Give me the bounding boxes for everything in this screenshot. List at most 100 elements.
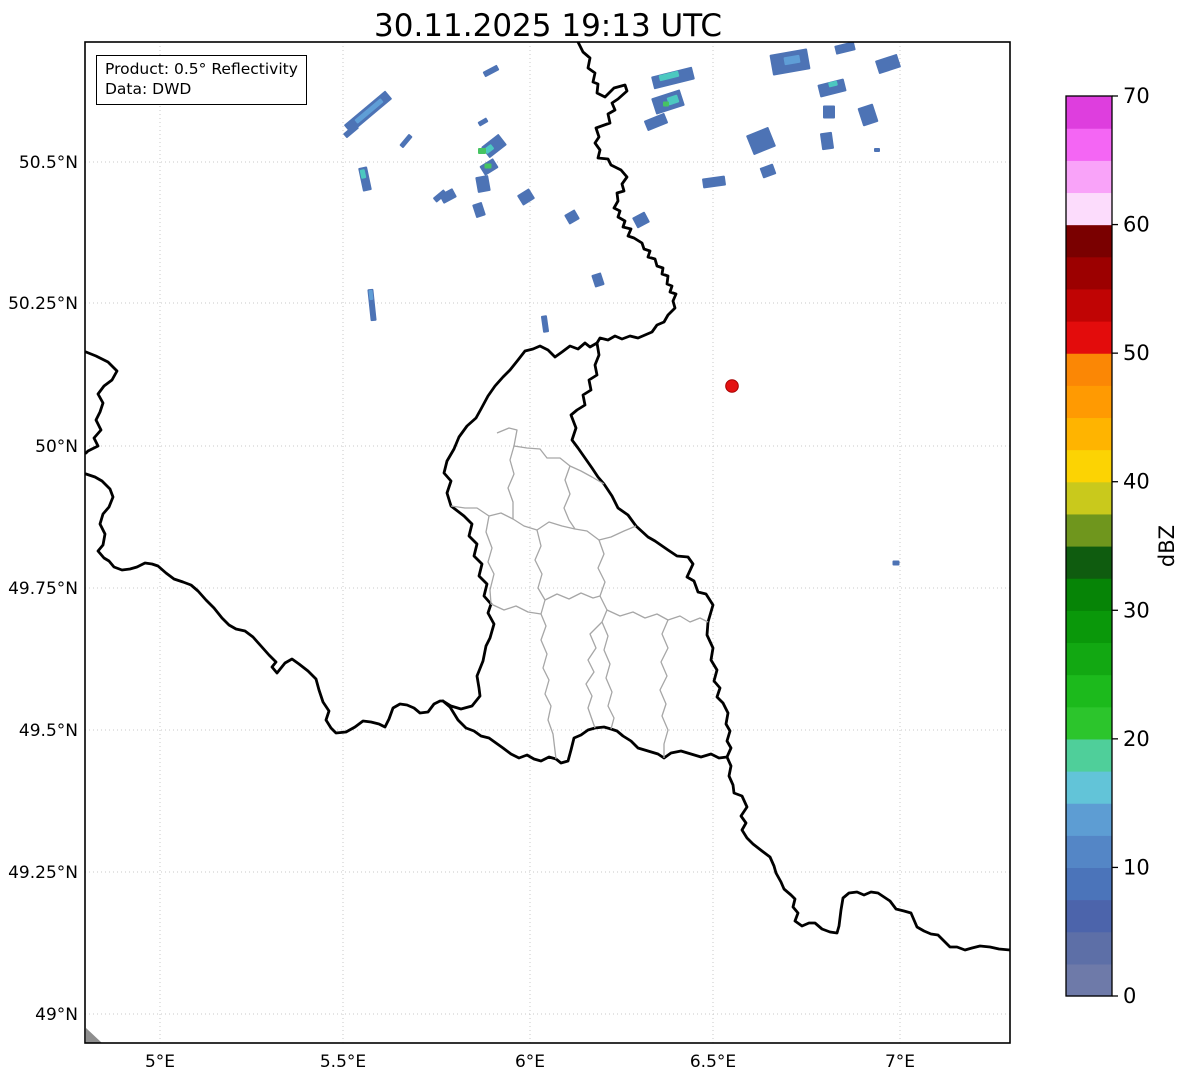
colorbar-segment [1066, 803, 1112, 836]
radar-site-layer [725, 379, 739, 393]
radar-echo [632, 211, 650, 229]
colorbar-tick-label: 40 [1123, 470, 1150, 494]
colorbar-segment [1066, 546, 1112, 579]
colorbar-segment [1066, 256, 1112, 290]
colorbar-segment [1066, 867, 1112, 901]
x-axis-tick-label: 6°E [515, 1052, 545, 1072]
colorbar-tick-label: 60 [1123, 213, 1150, 237]
coastline-corner-shape [86, 1028, 102, 1043]
radar-echo [857, 103, 879, 127]
radar-echo [644, 113, 668, 131]
france-germany-border [725, 755, 1010, 952]
canton-border [597, 539, 615, 730]
y-axis-tick-label: 50.25°N [8, 294, 78, 314]
y-axis-tick-label: 50°N [35, 437, 78, 457]
canton-border [544, 592, 601, 601]
colorbar-segment [1066, 706, 1112, 740]
colorbar-segment [1066, 192, 1112, 226]
radar-echo [482, 64, 500, 78]
radar-echo [663, 101, 669, 107]
radar-echo [399, 134, 413, 148]
radar-echo [472, 202, 486, 218]
radar-map-window: 30.11.2025 19:13 UTC Product: 0.5° Refle… [0, 0, 1202, 1081]
country-borders [85, 42, 1010, 1043]
radar-echo [834, 42, 856, 55]
colorbar-segment [1066, 353, 1112, 386]
radar-echo [702, 175, 726, 189]
colorbar-segment [1066, 481, 1112, 515]
colorbar-segment [1066, 385, 1112, 419]
radar-echo [875, 54, 901, 74]
radar-echo [481, 134, 507, 158]
canton-border [585, 621, 603, 729]
canton-border [606, 609, 709, 623]
colorbar-tick-label: 10 [1123, 855, 1150, 879]
radar-echo [820, 131, 834, 151]
radar-echo [484, 163, 492, 169]
radar-echo [759, 163, 777, 179]
canton-border [507, 445, 515, 519]
radar-echo [591, 272, 605, 288]
canton-border [534, 529, 557, 760]
y-axis-tick-label: 49.5°N [19, 721, 78, 741]
y-axis-tick-label: 49°N [35, 1005, 78, 1025]
canton-borders [450, 427, 709, 760]
x-axis-tick-label: 6.5°E [690, 1052, 736, 1072]
product-info-box: Product: 0.5° Reflectivity Data: DWD [96, 55, 307, 105]
x-axis-tick-label: 5.5°E [320, 1052, 366, 1072]
radar-echo [817, 78, 847, 98]
product-info-line1: Product: 0.5° Reflectivity [105, 60, 298, 78]
colorbar-segment [1066, 963, 1112, 997]
radar-echo [874, 148, 880, 152]
colorbar-segment [1066, 288, 1112, 322]
colorbar-tick-label: 50 [1123, 341, 1150, 365]
colorbar-segment [1066, 417, 1112, 451]
radar-echo [354, 98, 384, 124]
colorbar-segment [1066, 578, 1112, 611]
radar-map-plot: 5°E 5.5°E 6°E 6.5°E 7°E 50.5°N 50.25°N 50°N 49.7… [8, 41, 1179, 1072]
colorbar-segment [1066, 674, 1112, 708]
canton-border [485, 515, 495, 605]
colorbar-segment [1066, 835, 1112, 869]
radar-echo [746, 127, 776, 155]
radar-echo [540, 315, 550, 333]
radar-echo [564, 209, 580, 225]
luxembourg-border [441, 341, 733, 765]
colorbar-segment [1066, 931, 1112, 965]
colorbar-segment [1066, 128, 1112, 161]
colorbar-tick-label: 20 [1123, 727, 1150, 751]
colorbar-segment [1066, 160, 1112, 194]
x-axis-tick-label: 7°E [885, 1052, 915, 1072]
product-info-line2: Data: DWD [105, 80, 192, 99]
colorbar-segment [1066, 610, 1112, 644]
axis-tick-labels: 5°E 5.5°E 6°E 6.5°E 7°E 50.5°N 50.25°N 50°N 49.7… [8, 153, 915, 1072]
colorbar: 0 10 20 30 40 50 60 70 dBZ [1065, 84, 1179, 1008]
colorbar-segment [1066, 321, 1112, 354]
canton-border [659, 619, 669, 758]
y-axis-tick-label: 50.5°N [19, 153, 78, 173]
y-axis-tick-label: 49.25°N [8, 863, 78, 883]
colorbar-tick-label: 70 [1123, 84, 1150, 108]
radar-echo [475, 175, 491, 193]
canton-border [450, 505, 637, 541]
colorbar-tick-label: 0 [1123, 984, 1136, 1008]
colorbar-unit-label: dBZ [1155, 525, 1179, 567]
radar-echo [478, 148, 486, 154]
radar-echo [517, 188, 535, 206]
france-belgium-border-south [85, 472, 445, 735]
radar-site-marker [725, 379, 739, 393]
radar-echo [892, 560, 900, 566]
radar-echo [439, 188, 457, 204]
france-belgium-border-north [85, 350, 119, 455]
y-axis-tick-label: 49.75°N [8, 579, 78, 599]
radar-echo [477, 117, 489, 127]
canton-border [563, 465, 576, 530]
colorbar-segment [1066, 449, 1112, 483]
colorbar-segment [1066, 513, 1112, 547]
colorbar-segment [1066, 224, 1112, 258]
colorbar-segment [1066, 738, 1112, 772]
x-axis-tick-label: 5°E [145, 1052, 175, 1072]
colorbar-segment [1066, 96, 1112, 129]
colorbar-segment [1066, 771, 1112, 804]
colorbar-segment [1066, 899, 1112, 933]
